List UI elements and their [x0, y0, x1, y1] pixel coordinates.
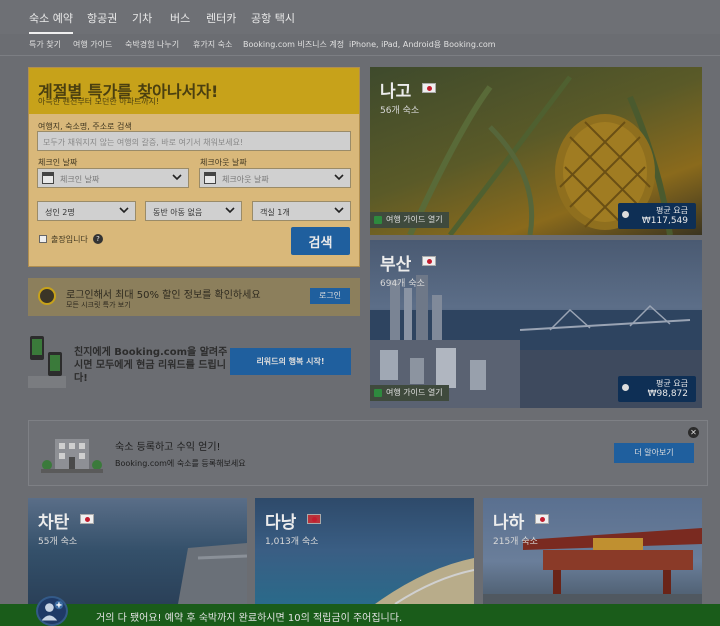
- chevron-down-icon: [334, 207, 344, 214]
- tab-flights[interactable]: 항공권: [87, 10, 117, 26]
- destination-count: 694개 숙소: [380, 279, 425, 289]
- login-banner-subtitle: 모든 시크릿 특가 보기: [66, 301, 131, 309]
- learn-more-button[interactable]: 더 알아보기: [614, 443, 694, 463]
- building-illustration-icon: [41, 439, 103, 473]
- destination-name: 부산: [380, 255, 412, 275]
- login-banner-title: 로그인해서 최대 50% 할인 정보를 확인하세요: [66, 290, 261, 301]
- price-value: ₩98,872: [647, 389, 688, 399]
- tab-buses[interactable]: 버스: [170, 10, 190, 26]
- travel-guide-link[interactable]: 여행 가이드 열기: [370, 212, 449, 228]
- checkout-field[interactable]: 체크아웃 날짜: [199, 168, 351, 188]
- destination-count: 56개 숙소: [380, 106, 420, 116]
- list-property-banner: 숙소 등록하고 수익 얻기! Booking.com에 숙소를 등록해보세요 더…: [28, 420, 708, 486]
- calendar-icon: [204, 172, 216, 184]
- destination-count: 1,013개 숙소: [265, 537, 319, 547]
- adults-select[interactable]: 성인 2명: [37, 201, 136, 221]
- search-subtitle: 아늑한 펜션부터 모던한 아파트까지!: [38, 97, 160, 106]
- subnav-travel-guides[interactable]: 여행 가이드: [73, 39, 112, 50]
- destination-name: 차탄: [38, 513, 70, 533]
- business-trip-checkbox[interactable]: [39, 235, 47, 243]
- chevron-down-icon: [119, 207, 129, 214]
- travel-guide-link[interactable]: 여행 가이드 열기: [370, 385, 449, 401]
- coin-icon: [38, 287, 56, 305]
- help-icon[interactable]: ?: [93, 234, 103, 244]
- chevron-down-icon: [334, 174, 344, 181]
- chevron-down-icon: [225, 207, 235, 214]
- search-button[interactable]: 검색: [291, 227, 350, 255]
- subnav-business[interactable]: Booking.com 비즈니스 계정: [243, 39, 344, 50]
- subnav-deals[interactable]: 특가 찾기: [29, 39, 61, 50]
- chevron-down-icon: [172, 174, 182, 181]
- referral-button[interactable]: 리워드의 행복 시작!: [230, 348, 351, 375]
- adults-value: 성인 2명: [45, 208, 75, 217]
- average-price-badge: 평균 요금 ₩98,872: [618, 376, 696, 402]
- destination-tile-nago[interactable]: 나고 56개 숙소 여행 가이드 열기 평균 요금 ₩117,549: [370, 67, 702, 235]
- japan-flag-icon: [535, 514, 549, 524]
- children-value: 동반 아동 없음: [153, 208, 203, 217]
- destination-tile-danang[interactable]: 다낭 1,013개 숙소: [255, 498, 474, 604]
- destination-name: 다낭: [265, 513, 297, 533]
- japan-flag-icon: [80, 514, 94, 524]
- close-icon[interactable]: ✕: [688, 427, 699, 438]
- japan-flag-icon: [422, 83, 436, 93]
- destination-count: 215개 숙소: [493, 537, 538, 547]
- phone-illustration-icon: [28, 336, 66, 388]
- subnav-vacation-rentals[interactable]: 휴가지 숙소: [193, 39, 232, 50]
- price-tag-icon: [622, 211, 629, 218]
- tab-trains[interactable]: 기차: [132, 10, 152, 26]
- vietnam-flag-icon: [307, 514, 321, 524]
- search-panel: 계절별 특가를 찾아나서자! 아늑한 펜션부터 모던한 아파트까지! 여행지, …: [28, 67, 360, 267]
- login-button[interactable]: 로그인: [310, 288, 350, 304]
- destination-tile-chatan[interactable]: 차탄 55개 숙소: [28, 498, 247, 604]
- search-header: 계절별 특가를 찾아나서자! 아늑한 펜션부터 모던한 아파트까지!: [29, 68, 359, 114]
- business-trip-label: 출장입니다: [51, 235, 88, 244]
- list-property-subtitle: Booking.com에 숙소를 등록해보세요: [115, 459, 246, 468]
- checkin-field[interactable]: 체크인 날짜: [37, 168, 189, 188]
- korea-flag-icon: [422, 256, 436, 266]
- user-add-icon: [36, 596, 68, 626]
- checkout-label: 체크아웃 날짜: [200, 158, 247, 167]
- rooms-select[interactable]: 객실 1개: [252, 201, 351, 221]
- destination-name: 나하: [493, 513, 525, 533]
- destination-tile-naha[interactable]: 나하 215개 숙소: [483, 498, 702, 604]
- tab-airport-taxi[interactable]: 공항 택시: [251, 10, 295, 26]
- average-price-badge: 평균 요금 ₩117,549: [618, 203, 696, 229]
- price-value: ₩117,549: [641, 216, 688, 226]
- destination-input[interactable]: 모두가 채워지지 않는 여행의 갈증, 바로 여기서 채워보세요!: [37, 131, 351, 151]
- calendar-icon: [42, 172, 54, 184]
- destination-name: 나고: [380, 82, 412, 102]
- subnav-apps[interactable]: iPhone, iPad, Android용 Booking.com: [349, 39, 496, 50]
- children-select[interactable]: 동반 아동 없음: [145, 201, 242, 221]
- destination-count: 55개 숙소: [38, 537, 78, 547]
- rooms-value: 객실 1개: [260, 208, 290, 217]
- rewards-notification-text: 거의 다 됐어요! 예약 후 숙박까지 완료하시면 10의 적립금이 주어집니다…: [96, 613, 403, 624]
- checkin-label: 체크인 날짜: [38, 158, 78, 167]
- price-tag-icon: [622, 384, 629, 391]
- sub-nav: 특가 찾기 여행 가이드 숙박경험 나누기 휴가지 숙소 Booking.com…: [0, 34, 720, 56]
- list-property-title: 숙소 등록하고 수익 얻기!: [115, 442, 221, 453]
- top-nav: 숙소 예약 항공권 기차 버스 렌터카 공항 택시: [0, 0, 720, 34]
- subnav-reviews[interactable]: 숙박경험 나누기: [125, 39, 179, 50]
- checkin-placeholder: 체크인 날짜: [60, 175, 100, 184]
- login-banner: 로그인해서 최대 50% 할인 정보를 확인하세요 모든 시크릿 특가 보기 로…: [28, 278, 360, 316]
- tab-car-rental[interactable]: 렌터카: [206, 10, 236, 26]
- tab-stays[interactable]: 숙소 예약: [29, 10, 73, 34]
- referral-text: 친지에게 Booking.com을 알려주시면 모두에게 현금 리워드를 드립니…: [74, 347, 228, 384]
- checkout-placeholder: 체크아웃 날짜: [222, 175, 269, 184]
- destination-tile-busan[interactable]: 부산 694개 숙소 여행 가이드 열기 평균 요금 ₩98,872: [370, 240, 702, 408]
